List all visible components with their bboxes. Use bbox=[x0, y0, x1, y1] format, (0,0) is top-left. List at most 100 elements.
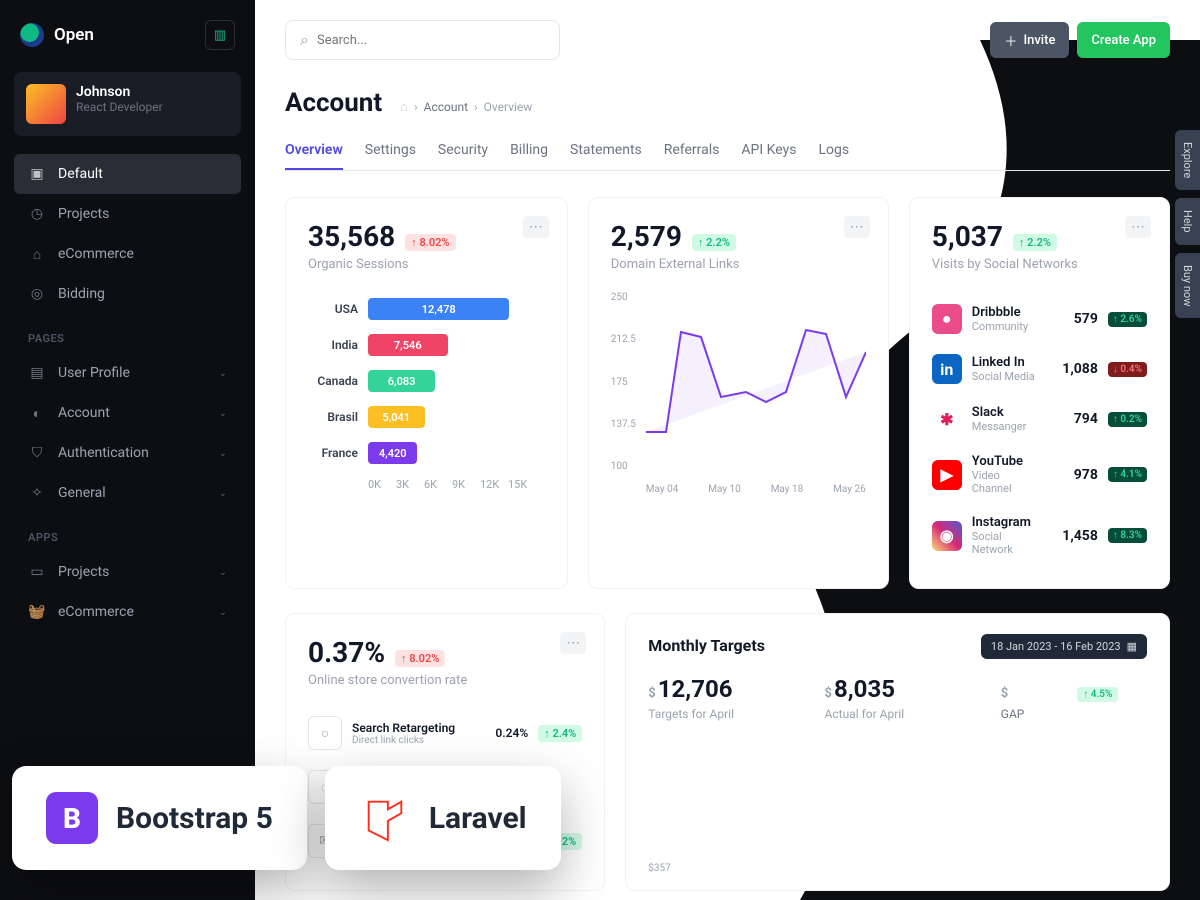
conv-row: ○Search RetargetingDirect link clicks0.2… bbox=[308, 706, 582, 760]
tab-referrals[interactable]: Referrals bbox=[664, 132, 720, 170]
social-row-youtube[interactable]: ▶YouTubeVideo Channel978↑ 4.1% bbox=[932, 444, 1147, 505]
bar-fill: 7,546 bbox=[368, 334, 448, 356]
social-sub: Social Media bbox=[972, 370, 1038, 383]
conv-value: 0.37% bbox=[308, 636, 385, 669]
chevron-down-icon: ⌄ bbox=[219, 408, 227, 419]
user-card[interactable]: Johnson React Developer bbox=[14, 72, 241, 136]
user-role: React Developer bbox=[76, 100, 163, 114]
date-range-picker[interactable]: 18 Jan 2023 - 16 Feb 2023 ▦ bbox=[981, 634, 1147, 659]
sidebar-item-account[interactable]: ◐Account⌄ bbox=[14, 393, 241, 433]
social-row-slack[interactable]: ✱SlackMessanger794↑ 0.2% bbox=[932, 394, 1147, 444]
axis-tick: 12K bbox=[480, 478, 508, 491]
sidebar-item-projects[interactable]: ◷Projects bbox=[14, 194, 241, 234]
social-row-instagram[interactable]: ◉InstagramSocial Network1,458↑ 8.3% bbox=[932, 505, 1147, 566]
calendar-icon: ▦ bbox=[1127, 640, 1137, 653]
search-input[interactable]: ⌕ bbox=[285, 20, 560, 60]
chevron-down-icon: ⌄ bbox=[219, 488, 227, 499]
links-value: 2,579 bbox=[611, 220, 682, 253]
card-menu-button[interactable]: ⋯ bbox=[523, 216, 549, 238]
y-tick: 100 bbox=[611, 461, 636, 472]
rail-explore-button[interactable]: Explore bbox=[1175, 130, 1200, 190]
social-icon: ● bbox=[932, 304, 962, 334]
social-label: Visits by Social Networks bbox=[932, 257, 1147, 272]
tab-security[interactable]: Security bbox=[438, 132, 488, 170]
links-change-badge: ↑ 2.2% bbox=[692, 234, 736, 251]
brand-logo[interactable]: Open bbox=[20, 23, 94, 47]
tab-overview[interactable]: Overview bbox=[285, 132, 343, 170]
laravel-icon bbox=[359, 792, 411, 844]
x-tick: May 04 bbox=[646, 484, 679, 495]
social-name: Linked In bbox=[972, 355, 1038, 370]
mini-bar-label: $357 bbox=[648, 863, 670, 874]
breadcrumb-mid[interactable]: Account bbox=[424, 100, 468, 114]
conv-label: Online store convertion rate bbox=[308, 673, 582, 688]
tab-statements[interactable]: Statements bbox=[570, 132, 642, 170]
social-icon: ▶ bbox=[932, 460, 962, 490]
social-row-linked-in[interactable]: inLinked InSocial Media1,088↓ 0.4% bbox=[932, 344, 1147, 394]
create-app-button[interactable]: Create App bbox=[1077, 22, 1170, 58]
tab-logs[interactable]: Logs bbox=[818, 132, 849, 170]
social-sub: Messanger bbox=[972, 420, 1038, 433]
create-label: Create App bbox=[1091, 33, 1156, 48]
target-col: $12,706Targets for April bbox=[648, 675, 794, 721]
conv-pct: 0.24% bbox=[495, 726, 528, 740]
sidebar-chart-toggle[interactable]: ▥ bbox=[205, 20, 235, 50]
nav-label: eCommerce bbox=[58, 604, 134, 620]
sidebar-item-user-profile[interactable]: ▤User Profile⌄ bbox=[14, 353, 241, 393]
nav-icon: ✧ bbox=[28, 484, 46, 502]
target-col: $8,035Actual for April bbox=[825, 675, 971, 721]
nav-label: Authentication bbox=[58, 445, 149, 461]
avatar bbox=[26, 84, 66, 124]
tab-api-keys[interactable]: API Keys bbox=[741, 132, 796, 170]
axis-tick: 0K bbox=[368, 478, 396, 491]
axis-tick: 15K bbox=[508, 478, 536, 491]
nav-icon: ◎ bbox=[28, 285, 46, 303]
bar-country: Brasil bbox=[308, 410, 358, 424]
card-menu-button[interactable]: ⋯ bbox=[560, 632, 586, 654]
promo-laravel: Laravel bbox=[325, 766, 561, 870]
nav-icon: ◐ bbox=[28, 404, 46, 422]
card-organic-sessions: ⋯ 35,568 ↑ 8.02% Organic Sessions USA12,… bbox=[285, 197, 568, 589]
breadcrumb: ⌂ › Account › Overview bbox=[400, 99, 532, 115]
card-menu-button[interactable]: ⋯ bbox=[844, 216, 870, 238]
axis-tick: 9K bbox=[452, 478, 480, 491]
social-name: Instagram bbox=[972, 515, 1038, 530]
invite-button[interactable]: ＋ Invite bbox=[990, 22, 1069, 58]
search-field[interactable] bbox=[317, 33, 545, 48]
nav-icon: ▣ bbox=[28, 165, 46, 183]
right-rail: Explore Help Buy now bbox=[1175, 130, 1200, 318]
search-icon: ⌕ bbox=[300, 30, 309, 50]
nav-icon: ▭ bbox=[28, 563, 46, 581]
chevron-down-icon: ⌄ bbox=[219, 567, 227, 578]
conv-change-badge: ↑ 2.4% bbox=[538, 725, 582, 742]
chevron-down-icon: ⌄ bbox=[219, 368, 227, 379]
social-count: 579 bbox=[1048, 311, 1098, 327]
social-sub: Social Network bbox=[972, 530, 1038, 556]
sidebar-item-authentication[interactable]: ⛉Authentication⌄ bbox=[14, 433, 241, 473]
rail-help-button[interactable]: Help bbox=[1175, 198, 1200, 245]
sidebar-item-ecommerce[interactable]: ⌂eCommerce bbox=[14, 234, 241, 274]
tab-billing[interactable]: Billing bbox=[510, 132, 548, 170]
axis-tick: 6K bbox=[424, 478, 452, 491]
card-monthly-targets: Monthly Targets 18 Jan 2023 - 16 Feb 202… bbox=[625, 613, 1170, 891]
home-icon[interactable]: ⌂ bbox=[400, 99, 408, 115]
social-sub: Video Channel bbox=[972, 469, 1038, 495]
sidebar-item-default[interactable]: ▣Default bbox=[14, 154, 241, 194]
sidebar-item-bidding[interactable]: ◎Bidding bbox=[14, 274, 241, 314]
card-menu-button[interactable]: ⋯ bbox=[1125, 216, 1151, 238]
bar-row: USA12,478 bbox=[308, 298, 545, 320]
target-label: Actual for April bbox=[825, 707, 971, 721]
tab-settings[interactable]: Settings bbox=[365, 132, 416, 170]
sidebar-item-ecommerce[interactable]: 🧺eCommerce⌄ bbox=[14, 592, 241, 632]
chevron-right-icon: › bbox=[414, 100, 418, 114]
y-tick: 250 bbox=[611, 292, 636, 303]
social-icon: ◉ bbox=[932, 521, 962, 551]
sidebar-item-projects[interactable]: ▭Projects⌄ bbox=[14, 552, 241, 592]
sidebar-item-general[interactable]: ✧General⌄ bbox=[14, 473, 241, 513]
social-change-badge: ↓ 0.4% bbox=[1108, 362, 1147, 377]
rail-buy-button[interactable]: Buy now bbox=[1175, 253, 1200, 318]
chevron-down-icon: ⌄ bbox=[219, 607, 227, 618]
social-row-dribbble[interactable]: ●DribbbleCommunity579↑ 2.6% bbox=[932, 294, 1147, 344]
card-social-visits: ⋯ 5,037 ↑ 2.2% Visits by Social Networks… bbox=[909, 197, 1170, 589]
bar-fill: 5,041 bbox=[368, 406, 425, 428]
